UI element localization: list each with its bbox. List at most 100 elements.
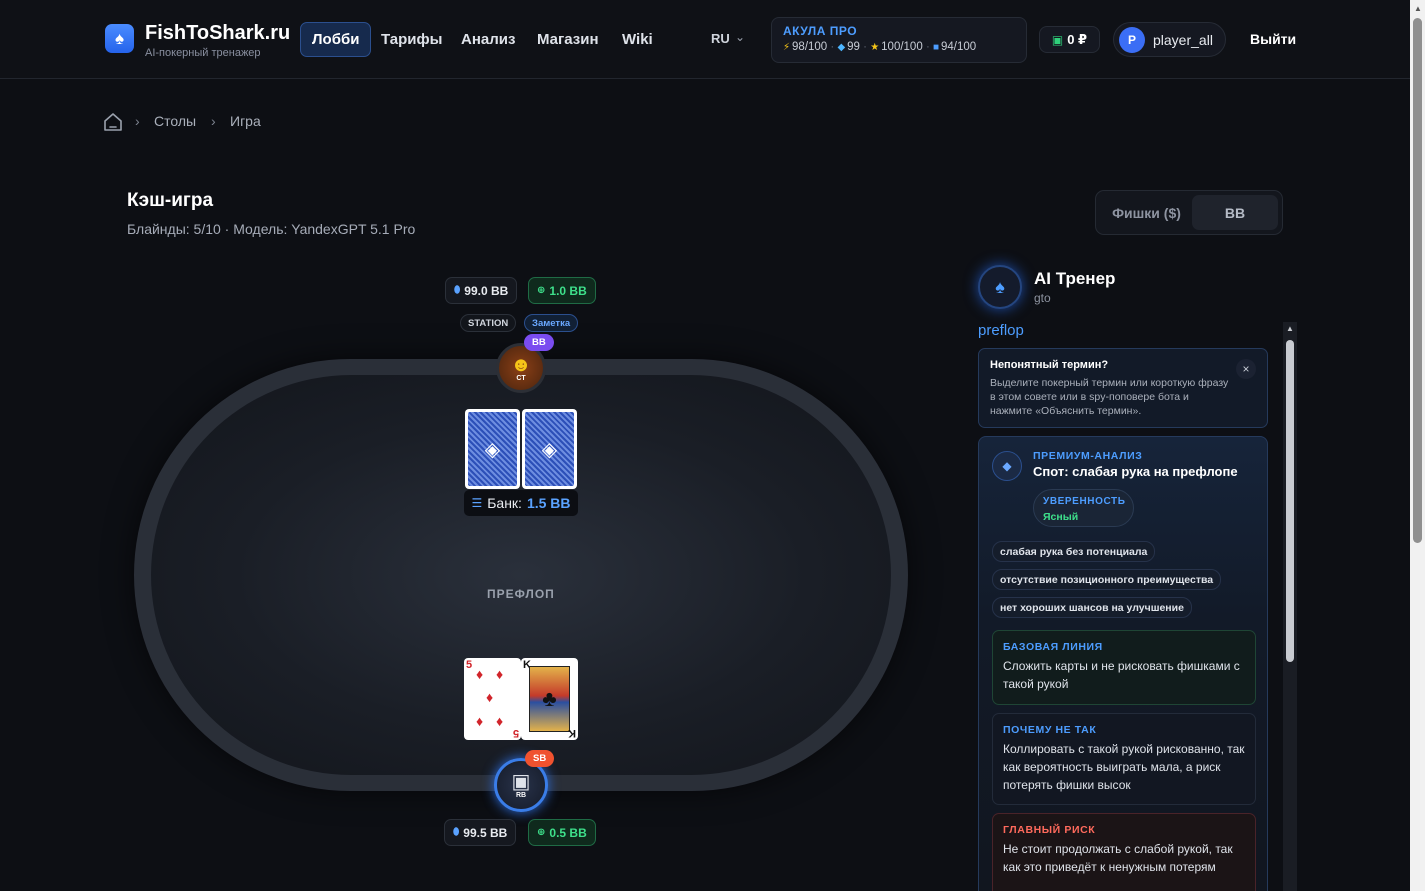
card-suit: ♦ (476, 666, 484, 682)
top-header: ♠ FishToShark.ru AI-покерный тренажер Ло… (0, 0, 1410, 79)
spade-icon: ■ (932, 42, 940, 53)
breadcrumb-tables[interactable]: Столы (154, 113, 196, 129)
scroll-thumb[interactable] (1286, 340, 1294, 662)
hero-bet-value: 0.5 BB (549, 825, 587, 840)
username: player_all (1153, 32, 1213, 48)
chevron-right-icon: › (211, 113, 216, 129)
robot-icon: ▣ (511, 770, 531, 793)
why-not-text: Коллировать с такой рукой рискованно, та… (1003, 742, 1245, 792)
wallet-icon: ▣ (1051, 32, 1064, 47)
why-not-label: ПОЧЕМУ НЕ ТАК (1003, 724, 1097, 736)
page-scrollbar[interactable]: ▲ (1410, 0, 1425, 891)
scroll-up-icon[interactable]: ▲ (1414, 4, 1422, 13)
pot-label: Банк: (487, 495, 522, 511)
opponent-card-back: ◈ (465, 409, 520, 489)
limit-value: 100/100 (881, 41, 923, 53)
premium-analysis-card: ◆ ПРЕМИУМ-АНАЛИЗ Спот: слабая рука на пр… (978, 436, 1268, 891)
brand-tagline: AI-покерный тренажер (145, 47, 261, 59)
opponent-stack: ⬮ 99.0 BB (445, 277, 518, 304)
premium-label: ПРЕМИУМ-АНАЛИЗ (1033, 450, 1143, 462)
game-subtitle: Блайнды: 5/10 · Модель: YandexGPT 5.1 Pr… (127, 221, 416, 237)
card-rank: K (568, 727, 576, 739)
coach-panel-scrollbar[interactable]: ▲ (1283, 322, 1297, 891)
baseline-text: Сложить карты и не рисковать фишками с т… (1003, 659, 1240, 691)
limit-value: 94/100 (941, 41, 977, 53)
plan-title: АКУЛА ПРО (783, 24, 858, 38)
brand-name[interactable]: FishToShark.ru (145, 22, 290, 45)
gem-icon: ◆ (837, 42, 846, 53)
coach-street-link[interactable]: preflop (978, 322, 1024, 339)
card-suit: ♦ (496, 713, 504, 729)
hero-card: 5 ♦ ♦ ♦ ♦ ♦ 5 (464, 658, 521, 740)
position-badge-sb: SB (525, 750, 555, 767)
confidence-label: УВЕРЕННОСТЬ (1043, 496, 1126, 507)
wallet-balance[interactable]: ▣ 0 ₽ (1039, 26, 1100, 53)
hint-title: Непонятный термин? (990, 359, 1109, 371)
card-suit: ♦ (496, 666, 504, 682)
opponent-bet: ⊕ 1.0 BB (528, 277, 596, 304)
analysis-tag[interactable]: отсутствие позиционного преимущества (992, 569, 1222, 590)
plan-status[interactable]: АКУЛА ПРО ⚡ 98/100 · ◆ 99 · ★ 100/100 · ■ 94… (771, 17, 1027, 63)
chevron-down-icon[interactable]: ⌄ (735, 30, 745, 44)
card-suit: ♦ (476, 713, 484, 729)
home-icon[interactable] (103, 112, 123, 132)
confidence-value: Ясный (1043, 511, 1079, 523)
wallet-amount: 0 ₽ (1067, 31, 1088, 47)
main-risk-label: ГЛАВНЫЙ РИСК (1003, 824, 1096, 836)
card-rank: 5 (512, 727, 519, 739)
scroll-thumb[interactable] (1413, 18, 1422, 543)
analysis-tag[interactable]: нет хороших шансов на улучшение (992, 597, 1192, 618)
card-suit: ♦ (486, 689, 494, 705)
term-hint-box: Непонятный термин? Выделите покерный тер… (978, 348, 1268, 428)
diamond-icon: ◆ (992, 451, 1022, 481)
unit-bb-option[interactable]: BB (1192, 195, 1278, 230)
avatar: P (1119, 27, 1145, 53)
coins-icon: ☰ (471, 496, 483, 510)
cat-icon: ☻ (510, 353, 532, 376)
card-rank: 5 (466, 659, 473, 671)
card-suit: ♣ (542, 686, 557, 711)
opponent-note-tag[interactable]: Заметка (524, 314, 579, 332)
hero-card: K ♣ K (521, 658, 578, 740)
nav-tariffs[interactable]: Тарифы (370, 22, 453, 57)
spade-icon[interactable]: ♠ (105, 24, 134, 53)
nav-lobby[interactable]: Лобби (300, 22, 372, 57)
opponent-avatar-label: CT (516, 374, 526, 382)
plan-limits: ⚡ 98/100 · ◆ 99 · ★ 100/100 · ■ 94/100 (783, 41, 977, 53)
unit-chips-option[interactable]: Фишки ($) (1101, 195, 1192, 230)
hero-bet: ⊕ 0.5 BB (528, 819, 596, 846)
arrow-up-circle-icon: ⊕ (537, 285, 546, 296)
premium-title: Спот: слабая рука на префлопе (1033, 464, 1238, 479)
close-icon[interactable]: × (1236, 359, 1256, 379)
scroll-up-icon[interactable]: ▲ (1286, 324, 1294, 333)
card-back-pattern: ◈ (525, 412, 574, 486)
opponent-card-back: ◈ (522, 409, 577, 489)
unit-toggle: Фишки ($) BB (1095, 190, 1283, 235)
opponent-bet-value: 1.0 BB (549, 283, 587, 298)
coach-mode: gto (1034, 291, 1051, 305)
nav-shop[interactable]: Магазин (526, 22, 610, 57)
opponent-stack-value: 99.0 BB (464, 283, 509, 298)
spade-icon: ♠ (978, 265, 1022, 309)
confidence-badge: УВЕРЕННОСТЬ Ясный (1033, 489, 1134, 527)
baseline-label: БАЗОВАЯ ЛИНИЯ (1003, 641, 1103, 653)
street-label: ПРЕФЛОП (487, 587, 555, 601)
user-menu[interactable]: P player_all (1113, 22, 1226, 57)
position-badge-bb: BB (524, 334, 554, 351)
opponent-style-tag[interactable]: STATION (460, 314, 517, 332)
limit-value: 99 (847, 41, 860, 53)
coach-title: AI Тренер (1034, 269, 1116, 288)
pot-value: 1.5 BB (526, 495, 571, 511)
breadcrumb-game: Игра (230, 113, 261, 129)
why-not-section: ПОЧЕМУ НЕ ТАК Коллировать с такой рукой … (992, 713, 1256, 805)
page-title: Кэш-игра (127, 190, 214, 211)
king-face-art: ♣ (529, 666, 570, 732)
language-selector[interactable]: RU (711, 31, 730, 46)
nav-wiki[interactable]: Wiki (611, 22, 664, 57)
hero-stack: ⬮ 99.5 BB (444, 819, 517, 846)
logout-button[interactable]: Выйти (1250, 31, 1296, 47)
limit-value: 98/100 (792, 41, 828, 53)
analysis-tag[interactable]: слабая рука без потенциала (992, 541, 1156, 562)
chip-icon: ⬮ (453, 827, 460, 838)
nav-analysis[interactable]: Анализ (450, 22, 526, 57)
